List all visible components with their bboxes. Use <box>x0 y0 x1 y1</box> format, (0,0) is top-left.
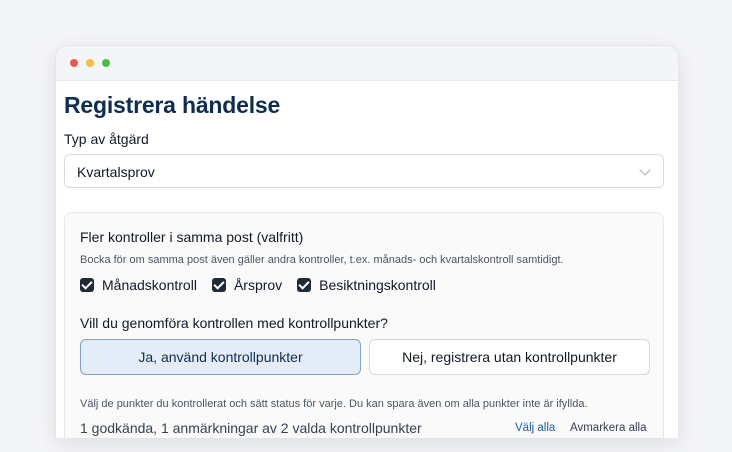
action-type-value: Kvartalsprov <box>77 164 155 180</box>
checkpoints-instructions: Välj de punkter du kontrollerat och sätt… <box>80 398 588 410</box>
checkbox-checked-icon[interactable] <box>80 278 94 292</box>
use-checkpoints-button[interactable]: Ja, använd kontrollpunkter <box>80 339 361 375</box>
action-type-select[interactable]: Kvartalsprov <box>64 154 664 188</box>
multi-controls-heading: Fler kontroller i samma post (valfritt) <box>80 229 304 245</box>
app-window: Registrera händelse Typ av åtgärd Kvarta… <box>55 45 679 438</box>
checkbox-monthly-control[interactable]: Månadskontroll <box>80 277 197 293</box>
multi-controls-card: Fler kontroller i samma post (valfritt) … <box>64 212 664 438</box>
minimize-window-dot[interactable] <box>86 59 94 67</box>
no-checkpoints-button[interactable]: Nej, registrera utan kontrollpunkter <box>369 339 650 375</box>
chevron-down-icon <box>639 164 651 176</box>
control-checkbox-group: Månadskontroll Årsprov Besiktningskontro… <box>80 275 451 295</box>
checkpoints-summary: 1 godkända, 1 anmärkningar av 2 valda ko… <box>80 420 422 436</box>
deselect-all-link[interactable]: Avmarkera alla <box>570 422 647 434</box>
select-all-link[interactable]: Välj alla <box>515 422 555 434</box>
checkbox-label: Besiktningskontroll <box>319 277 436 293</box>
action-type-label: Typ av åtgärd <box>64 131 149 147</box>
checkbox-checked-icon[interactable] <box>211 278 226 292</box>
checkbox-label: Månadskontroll <box>102 277 197 293</box>
checkpoints-question: Vill du genomföra kontrollen med kontrol… <box>80 315 388 331</box>
window-titlebar <box>56 46 678 81</box>
page-title: Registrera händelse <box>64 92 281 118</box>
checkbox-inspection-control[interactable]: Besiktningskontroll <box>297 277 436 293</box>
close-window-dot[interactable] <box>70 59 78 67</box>
checkbox-checked-icon[interactable] <box>297 278 312 292</box>
checkbox-label: Årsprov <box>233 277 283 293</box>
checkbox-annual-test[interactable]: Årsprov <box>211 277 283 293</box>
multi-controls-help: Bocka för om samma post även gäller andr… <box>80 254 564 266</box>
maximize-window-dot[interactable] <box>102 59 110 67</box>
